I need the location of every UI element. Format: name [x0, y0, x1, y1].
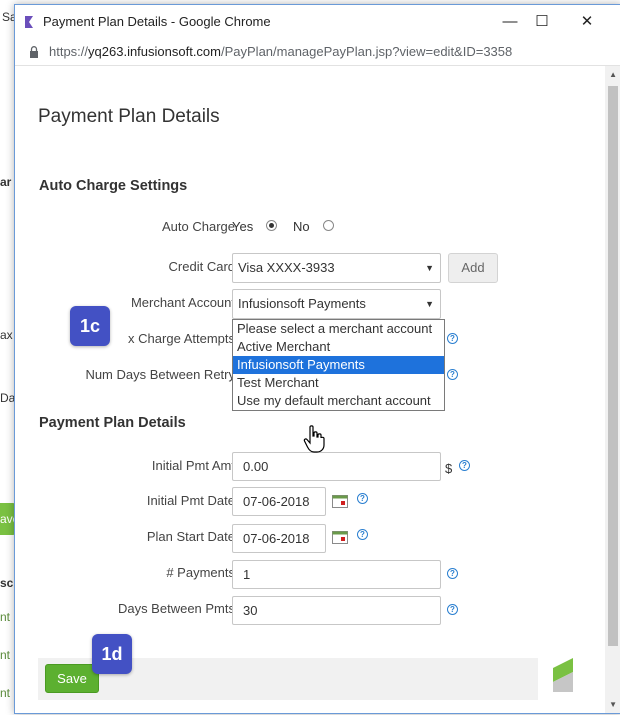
scroll-down-icon[interactable]: ▼ [609, 700, 617, 709]
hand-cursor-icon [303, 425, 325, 453]
app-icon [25, 16, 33, 28]
credit-card-select[interactable]: Visa XXXX-3933 ▼ [232, 253, 441, 283]
initial-pmt-date-input[interactable]: 07-06-2018 [232, 487, 326, 516]
bg-fragment: sc [0, 576, 14, 590]
help-icon[interactable]: ? [447, 604, 458, 615]
page-title: Payment Plan Details [38, 106, 220, 127]
help-icon[interactable]: ? [447, 333, 458, 344]
scroll-up-icon[interactable]: ▲ [609, 70, 617, 79]
bg-fragment: ax [0, 328, 13, 342]
scrollbar-thumb[interactable] [608, 86, 618, 646]
chevron-down-icon: ▼ [425, 299, 434, 309]
brand-logo-icon [553, 658, 573, 692]
credit-card-label: Credit Card [168, 259, 235, 274]
help-icon[interactable]: ? [447, 568, 458, 579]
max-charge-attempts-label: x Charge Attempts [128, 331, 235, 346]
dropdown-option[interactable]: Test Merchant [233, 374, 444, 392]
save-button[interactable]: Save [45, 664, 99, 693]
lock-icon [30, 46, 38, 58]
auto-charge-section-title: Auto Charge Settings [39, 178, 188, 194]
bg-fragment: nt [0, 610, 11, 624]
days-between-pmts-input[interactable]: 30 [232, 596, 441, 625]
chrome-popup-window: Payment Plan Details - Google Chrome — ☐… [14, 4, 620, 714]
close-button[interactable]: ✕ [572, 11, 602, 33]
title-bar[interactable]: Payment Plan Details - Google Chrome — ☐… [15, 5, 620, 39]
callout-badge: 1d [92, 634, 132, 674]
no-label: No [293, 219, 310, 234]
help-icon[interactable]: ? [357, 493, 368, 504]
auto-charge-label: Auto Charge [162, 219, 235, 234]
auto-charge-no-radio[interactable] [323, 220, 334, 231]
dropdown-option[interactable]: Please select a merchant account [233, 320, 444, 338]
initial-pmt-date-label: Initial Pmt Date [146, 493, 235, 508]
callout-badge: 1c [70, 306, 110, 346]
add-card-button[interactable]: Add [448, 253, 498, 283]
window-title: Payment Plan Details - Google Chrome [43, 14, 271, 29]
days-between-pmts-label: Days Between Pmts [117, 601, 235, 616]
dropdown-option[interactable]: Active Merchant [233, 338, 444, 356]
dropdown-option-highlighted[interactable]: Infusionsoft Payments [233, 356, 444, 374]
help-icon[interactable]: ? [459, 460, 470, 471]
calendar-icon[interactable] [332, 531, 348, 544]
yes-label: Yes [232, 219, 254, 234]
auto-charge-yes-radio[interactable] [266, 220, 277, 231]
initial-pmt-amt-input[interactable]: 0.00 [232, 452, 441, 481]
num-payments-input[interactable]: 1 [232, 560, 441, 589]
page-content: ▲ ▼ Payment Plan Details Auto Charge Set… [15, 66, 620, 713]
vertical-scrollbar[interactable]: ▲ ▼ [605, 66, 620, 713]
initial-pmt-amt-label: Initial Pmt Amt [151, 458, 235, 473]
bg-fragment: nt [0, 648, 11, 662]
merchant-account-select[interactable]: Infusionsoft Payments ▼ [232, 289, 441, 319]
chevron-down-icon: ▼ [425, 263, 434, 273]
bg-fragment: ar [0, 175, 12, 189]
currency-symbol: $ [445, 461, 453, 476]
plan-start-date-label: Plan Start Date [146, 529, 235, 544]
bg-fragment: nt [0, 686, 11, 700]
help-icon[interactable]: ? [357, 529, 368, 540]
address-bar[interactable]: https://yq263.infusionsoft.com/PayPlan/m… [15, 39, 620, 66]
plan-details-section-title: Payment Plan Details [39, 415, 186, 431]
merchant-account-dropdown[interactable]: Please select a merchant account Active … [232, 319, 445, 411]
calendar-icon[interactable] [332, 495, 348, 508]
plan-start-date-input[interactable]: 07-06-2018 [232, 524, 326, 553]
merchant-account-label: Merchant Account [130, 295, 235, 310]
num-payments-label: # Payments [166, 565, 235, 580]
minimize-button[interactable]: — [495, 11, 525, 33]
dropdown-option[interactable]: Use my default merchant account [233, 392, 444, 410]
help-icon[interactable]: ? [447, 369, 458, 380]
url-text[interactable]: https://yq263.infusionsoft.com/PayPlan/m… [49, 44, 512, 59]
maximize-button[interactable]: ☐ [527, 11, 557, 33]
num-days-retry-label: Num Days Between Retry [85, 367, 235, 382]
